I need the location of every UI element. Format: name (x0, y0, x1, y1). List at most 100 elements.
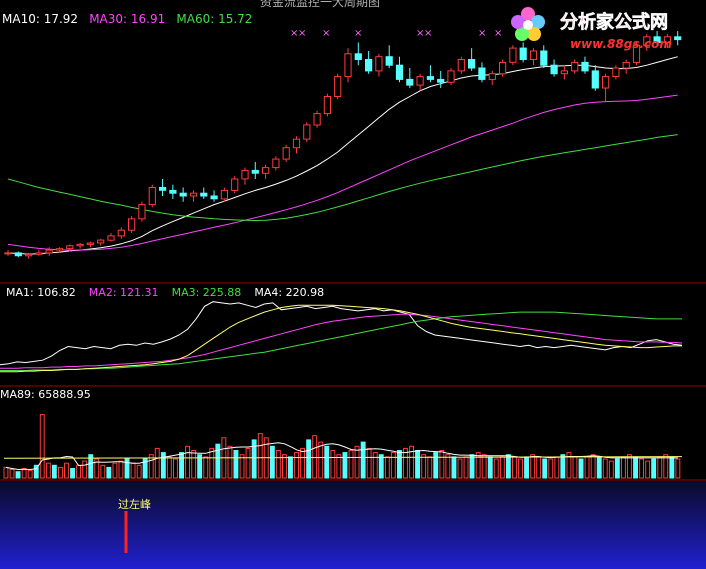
volume-bar (3, 466, 9, 479)
volume-bar (209, 447, 215, 479)
price-marker: × (478, 28, 486, 39)
indicator-legend: MA1: 106.82 MA2: 121.31 MA3: 225.88 MA4: 22… (6, 286, 324, 299)
volume-bar (445, 454, 451, 479)
volume-bar (173, 458, 178, 479)
volume-bar (51, 464, 57, 479)
candle-body (509, 47, 517, 63)
volume-bar (324, 445, 330, 479)
candle-body (323, 96, 331, 115)
candle-body (426, 76, 434, 80)
candle-body (488, 73, 496, 80)
volume-bar (45, 462, 51, 479)
volume-bar (596, 456, 602, 479)
price-marker: × (354, 28, 362, 39)
candle-body (550, 64, 558, 75)
volume-bar (505, 454, 511, 479)
window-title: 资金流监控一大周期图 (260, 0, 380, 9)
volume-bar (608, 460, 614, 479)
volume-bar (390, 452, 396, 479)
volume-bar (233, 450, 239, 479)
volume-bar (191, 450, 197, 479)
volume-bar (342, 452, 348, 479)
volume-bar (669, 456, 675, 479)
volume-bar (493, 458, 499, 479)
price-marker: × (298, 28, 306, 39)
volume-bar (487, 456, 493, 479)
volume-bar (536, 456, 542, 479)
candle-body (457, 59, 465, 72)
candle-body (602, 76, 610, 89)
candle-body (4, 252, 12, 255)
candle-body (128, 218, 136, 231)
volume-bar (336, 454, 342, 479)
volume-bar (590, 454, 596, 479)
volume-bar (384, 456, 390, 479)
volume-bar (542, 458, 548, 479)
volume-bar (130, 462, 136, 479)
indicator-line-ma1 (0, 301, 683, 366)
volume-bar (475, 452, 481, 479)
candle-body (262, 167, 270, 174)
candle-body (313, 113, 321, 126)
volume-bar (9, 469, 15, 479)
indicator-legend-item-0: MA1: 106.82 (6, 286, 76, 299)
chart-stage: 资金流监控一大周期图 过左峰 MA10: 17.92 MA30: 16.91 MA6… (0, 0, 706, 569)
volume-bar (554, 456, 560, 479)
indicator-legend-item-2: MA3: 225.88 (172, 286, 242, 299)
volume-bar (318, 441, 324, 479)
indicator-line-ma4 (0, 304, 682, 373)
volume-bar (469, 454, 475, 479)
volume-bar (70, 468, 75, 479)
candle-body (282, 147, 290, 160)
volume-bar (481, 454, 487, 479)
price-legend: MA10: 17.92 MA30: 16.91 MA60: 15.72 (2, 12, 252, 26)
volume-bar (300, 447, 306, 479)
volume-bar (639, 458, 644, 479)
price-markers: ××××××××× (290, 28, 536, 39)
volume-bar (499, 456, 505, 479)
volume-bar (312, 435, 318, 479)
volume-bar (306, 439, 312, 479)
indicator-legend-item-1: MA2: 121.31 (89, 286, 159, 299)
candle-body (395, 64, 404, 80)
candle-body (66, 245, 74, 250)
volume-bar (185, 445, 191, 479)
candle-body (220, 189, 229, 200)
candle-body (468, 59, 476, 69)
candle-body (447, 70, 455, 83)
volume-bar (136, 464, 142, 479)
candle-body (385, 56, 393, 66)
volume-bar (294, 452, 300, 479)
volume-bar (397, 450, 402, 479)
candle-body (571, 61, 579, 72)
volume-bar (366, 447, 372, 479)
volume-bar (27, 470, 33, 479)
price-panel (4, 31, 682, 259)
volume-bar (457, 458, 463, 479)
volume-bar (675, 458, 681, 479)
volume-bar (154, 447, 160, 479)
candle-body (210, 195, 218, 200)
volume-bar (354, 445, 360, 479)
candle-body (622, 61, 630, 69)
volume-bar (427, 456, 433, 479)
price-marker: × (322, 28, 330, 39)
volume-legend: MA89: 65888.95 (0, 388, 91, 401)
volume-bar (602, 458, 608, 479)
volume-bar (215, 443, 221, 479)
indicator-legend-item-3: MA4: 220.98 (254, 286, 324, 299)
price-marker: × (494, 28, 502, 39)
volume-bar (106, 466, 112, 479)
signal-panel-bg (0, 481, 706, 569)
volume-bar (288, 456, 293, 479)
volume-bar (251, 439, 257, 479)
candle-body (138, 204, 146, 220)
indicator-line-ma2 (0, 313, 683, 369)
volume-legend-item-0: MA89: 65888.95 (0, 388, 91, 401)
volume-bar (548, 458, 554, 479)
volume-bar (245, 447, 251, 479)
signal-label: 过左峰 (118, 498, 151, 511)
volume-bar (330, 450, 336, 479)
volume-bar (58, 466, 63, 479)
volume-bar (560, 454, 566, 479)
